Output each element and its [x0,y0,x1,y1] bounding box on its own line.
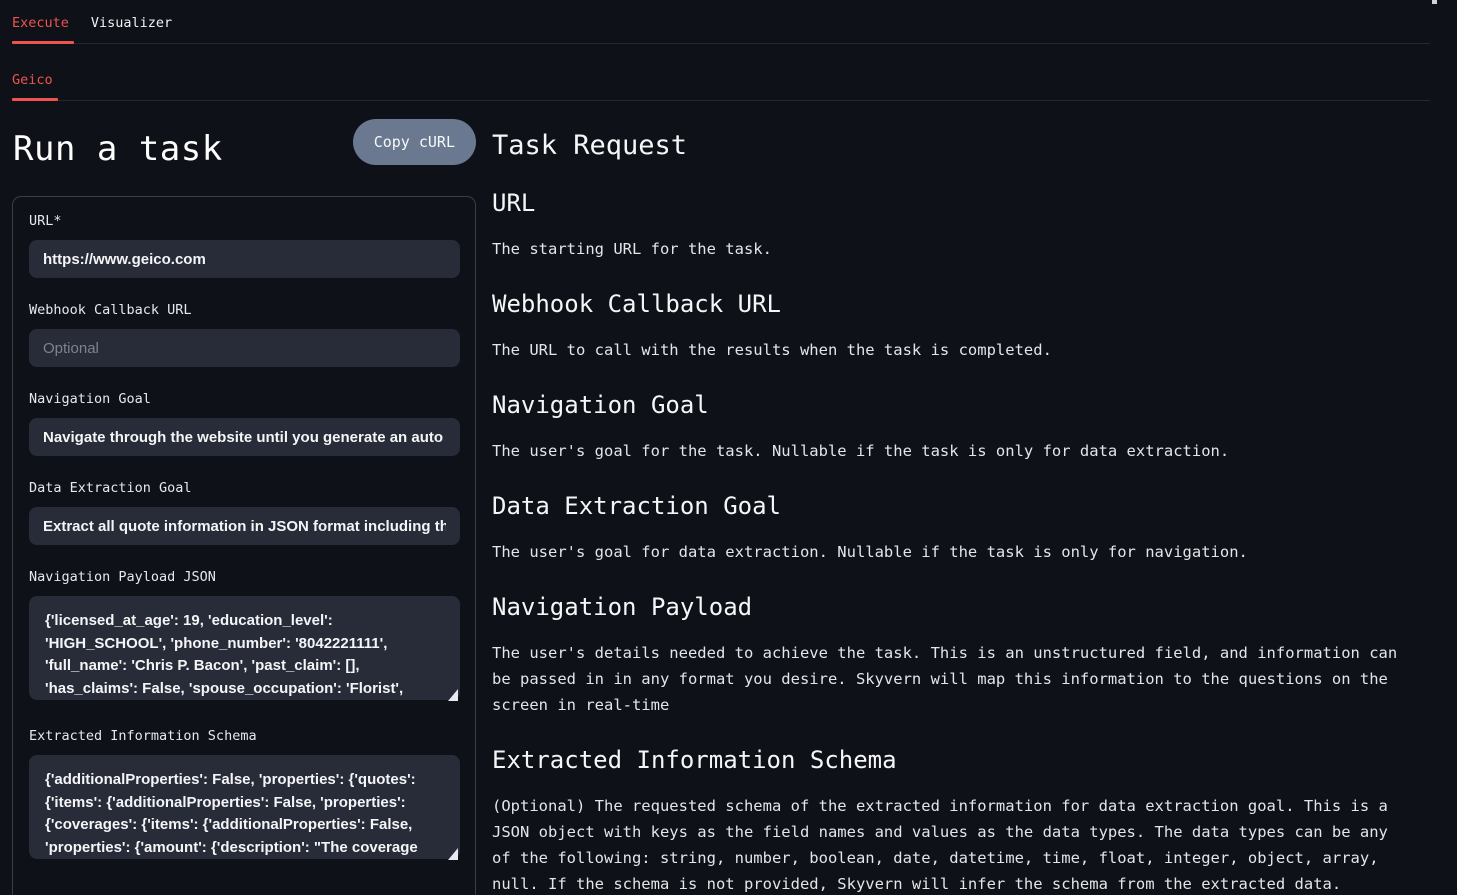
extracted-schema-field-group: Extracted Information Schema {'additiona… [29,728,460,863]
navigation-payload-textarea[interactable]: {'licensed_at_age': 19, 'education_level… [29,596,460,700]
doc-section-data-extraction-goal: Data Extraction Goal The user's goal for… [492,492,1412,565]
doc-section-navigation-goal: Navigation Goal The user's goal for the … [492,391,1412,464]
doc-section-extracted-schema: Extracted Information Schema (Optional) … [492,746,1412,895]
extracted-schema-label: Extracted Information Schema [29,728,460,744]
tab-geico-label: Geico [12,72,53,88]
doc-desc-url: The starting URL for the task. [492,236,1412,262]
tab-execute[interactable]: Execute [12,15,69,43]
doc-section-navigation-payload: Navigation Payload The user's details ne… [492,593,1412,718]
navigation-goal-label: Navigation Goal [29,391,460,407]
webhook-label: Webhook Callback URL [29,302,460,318]
tab-execute-label: Execute [12,15,69,31]
task-form-card: URL* Webhook Callback URL Navigation Goa… [12,196,476,895]
doc-section-webhook: Webhook Callback URL The URL to call wit… [492,290,1412,363]
run-task-panel: Run a task Copy cURL URL* Webhook Callba… [12,101,476,895]
task-request-title: Task Request [492,130,1412,161]
tab-visualizer-label: Visualizer [91,15,172,31]
doc-heading-navigation-goal: Navigation Goal [492,391,1412,419]
doc-desc-data-extraction-goal: The user's goal for data extraction. Nul… [492,539,1412,565]
secondary-tabbar: Geico [12,44,1430,101]
doc-section-url: URL The starting URL for the task. [492,189,1412,262]
doc-desc-navigation-goal: The user's goal for the task. Nullable i… [492,438,1412,464]
doc-heading-webhook: Webhook Callback URL [492,290,1412,318]
doc-heading-navigation-payload: Navigation Payload [492,593,1412,621]
doc-heading-data-extraction-goal: Data Extraction Goal [492,492,1412,520]
scrollbar-thumb[interactable] [1432,0,1437,4]
url-input[interactable] [29,240,460,278]
extracted-schema-textarea[interactable]: {'additionalProperties': False, 'propert… [29,755,460,859]
copy-curl-button[interactable]: Copy cURL [353,119,476,165]
main-content: Run a task Copy cURL URL* Webhook Callba… [0,101,1457,895]
doc-heading-extracted-schema: Extracted Information Schema [492,746,1412,774]
doc-desc-webhook: The URL to call with the results when th… [492,337,1412,363]
tab-visualizer[interactable]: Visualizer [91,15,172,43]
navigation-payload-field-group: Navigation Payload JSON {'licensed_at_ag… [29,569,460,704]
primary-tabbar: Execute Visualizer [12,0,1430,44]
data-extraction-goal-field-group: Data Extraction Goal [29,480,460,545]
navigation-payload-label: Navigation Payload JSON [29,569,460,585]
doc-desc-navigation-payload: The user's details needed to achieve the… [492,640,1412,718]
data-extraction-goal-input[interactable] [29,507,460,545]
page-title: Run a task [13,129,223,169]
data-extraction-goal-label: Data Extraction Goal [29,480,460,496]
extracted-schema-wrap: {'additionalProperties': False, 'propert… [29,755,460,863]
url-field-group: URL* [29,213,460,278]
task-request-panel: Task Request URL The starting URL for th… [492,101,1412,895]
webhook-field-group: Webhook Callback URL [29,302,460,367]
navigation-goal-field-group: Navigation Goal [29,391,460,456]
doc-desc-extracted-schema: (Optional) The requested schema of the e… [492,793,1412,895]
navigation-payload-wrap: {'licensed_at_age': 19, 'education_level… [29,596,460,704]
run-task-header: Run a task Copy cURL [12,101,476,181]
url-label: URL* [29,213,460,229]
doc-heading-url: URL [492,189,1412,217]
tab-geico[interactable]: Geico [12,72,53,100]
webhook-input[interactable] [29,329,460,367]
navigation-goal-input[interactable] [29,418,460,456]
active-tab-underline [12,41,74,44]
